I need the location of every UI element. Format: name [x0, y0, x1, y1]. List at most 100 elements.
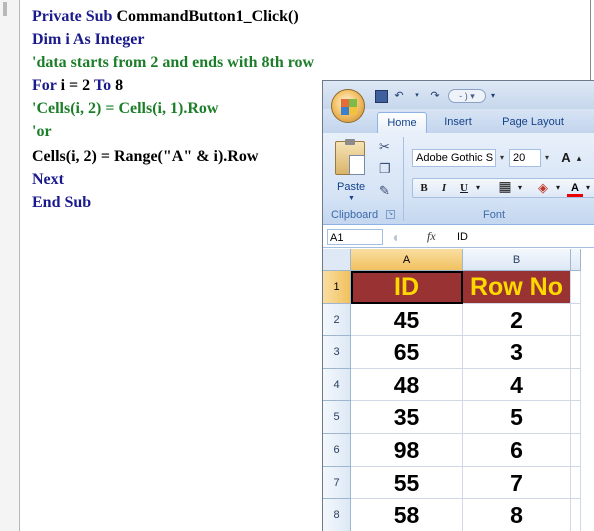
office-logo-part: [349, 107, 357, 115]
data-cell[interactable]: [571, 336, 581, 369]
code-text: 8: [115, 77, 124, 94]
clipboard-launcher-icon[interactable]: ↘: [386, 210, 395, 219]
data-cell[interactable]: [571, 271, 581, 304]
code-line[interactable]: 'Cells(i, 2) = Cells(i, 1).Row: [32, 98, 218, 120]
row-header[interactable]: 1: [323, 271, 351, 304]
excel-window: ↶ ▾ ↷ - ) ▾ ▾ Home Insert Page Layout Pa…: [322, 80, 594, 531]
code-text: CommandButton1_Click(): [116, 8, 299, 25]
tab-page-layout[interactable]: Page Layout: [493, 112, 573, 133]
code-line[interactable]: 'or: [32, 121, 52, 143]
paste-icon[interactable]: [335, 139, 365, 175]
data-cell[interactable]: [571, 466, 581, 500]
column-header-c[interactable]: [571, 249, 581, 271]
grow-font-icon[interactable]: A: [557, 149, 575, 167]
code-text: Cells(i, 2) = Range("A" & i).Row: [32, 148, 259, 165]
code-keyword: End Sub: [32, 194, 92, 211]
data-cell[interactable]: [571, 434, 581, 467]
row-header[interactable]: 8: [323, 499, 351, 531]
formula-bar: A1 ◖ fx ID: [323, 226, 594, 248]
header-cell[interactable]: ID: [351, 271, 463, 304]
spreadsheet-grid[interactable]: A B 1 ID Row No 2 45 2 3 65 3 4 48 4 5 35 5 6 98 6 7 55 7 8 58 8: [323, 249, 594, 531]
data-cell[interactable]: 8: [463, 499, 571, 531]
code-line[interactable]: Private Sub CommandButton1_Click(): [32, 6, 299, 28]
undo-icon[interactable]: ↶: [392, 89, 406, 103]
data-cell[interactable]: 35: [351, 401, 463, 434]
select-all-corner[interactable]: [323, 249, 351, 271]
save-icon[interactable]: [375, 89, 388, 103]
paste-dropdown-icon[interactable]: ▼: [348, 195, 355, 202]
header-cell[interactable]: Row No: [463, 271, 571, 304]
column-header-b[interactable]: B: [463, 249, 571, 271]
font-color-icon[interactable]: A: [567, 179, 583, 197]
data-cell[interactable]: 55: [351, 466, 463, 500]
column-header-a[interactable]: A: [351, 249, 463, 271]
data-cell[interactable]: 3: [463, 336, 571, 369]
fill-dropdown-icon[interactable]: ▾: [553, 179, 563, 197]
code-keyword: Dim i As Integer: [32, 31, 145, 48]
row-header[interactable]: 5: [323, 401, 351, 434]
code-line[interactable]: 'data starts from 2 and ends with 8th ro…: [32, 52, 314, 74]
code-margin: [0, 0, 20, 531]
data-cell[interactable]: [571, 303, 581, 337]
fx-icon[interactable]: fx: [427, 229, 436, 244]
borders-dropdown-icon[interactable]: ▾: [515, 179, 525, 197]
copy-icon[interactable]: ❐: [379, 161, 391, 177]
editor-divider: [590, 0, 591, 85]
cut-icon[interactable]: ✂: [379, 139, 390, 155]
underline-button[interactable]: U: [455, 179, 473, 197]
data-cell[interactable]: 48: [351, 368, 463, 402]
data-cell[interactable]: 7: [463, 466, 571, 500]
code-keyword: Next: [32, 171, 64, 188]
row-header[interactable]: 6: [323, 434, 351, 467]
data-cell[interactable]: 2: [463, 303, 571, 337]
format-painter-icon[interactable]: ✎: [379, 183, 390, 199]
office-button[interactable]: [331, 89, 365, 123]
customize-qat-icon[interactable]: ▾: [486, 89, 500, 103]
name-box[interactable]: A1: [327, 229, 383, 245]
code-line[interactable]: Next: [32, 169, 64, 191]
data-cell[interactable]: 58: [351, 499, 463, 531]
data-cell[interactable]: 45: [351, 303, 463, 337]
dropdown-icon[interactable]: ▾: [410, 89, 424, 103]
code-text: i = 2: [60, 77, 94, 94]
font-size-box[interactable]: 20: [509, 149, 541, 167]
formula-bar-resize-icon[interactable]: ◖: [391, 228, 415, 246]
code-line[interactable]: Dim i As Integer: [32, 29, 144, 51]
bold-button[interactable]: B: [415, 179, 433, 197]
ribbon: Paste ▼ ✂ ❐ ✎ Clipboard ↘ Adobe Gothic S…: [323, 133, 594, 225]
data-cell[interactable]: [571, 401, 581, 434]
paste-button-label[interactable]: Paste: [337, 181, 365, 193]
italic-button[interactable]: I: [435, 179, 453, 197]
formula-input[interactable]: ID: [457, 229, 468, 245]
redo-icon[interactable]: ↷: [428, 89, 442, 103]
qat-extra-button[interactable]: - ) ▾: [448, 89, 486, 103]
font-size-dropdown-icon[interactable]: ▾: [541, 149, 553, 167]
data-cell[interactable]: [571, 499, 581, 531]
row-header[interactable]: 4: [323, 368, 351, 402]
data-cell[interactable]: 65: [351, 336, 463, 369]
font-name-box[interactable]: Adobe Gothic S: [412, 149, 496, 167]
row-header[interactable]: 3: [323, 336, 351, 369]
row-header[interactable]: 7: [323, 466, 351, 500]
data-cell[interactable]: [571, 368, 581, 402]
fill-color-icon[interactable]: ◈: [533, 179, 553, 197]
borders-icon[interactable]: ▦: [495, 179, 515, 197]
tab-home[interactable]: Home: [377, 112, 427, 133]
code-line[interactable]: End Sub: [32, 192, 91, 214]
data-cell[interactable]: 4: [463, 368, 571, 402]
code-keyword: Private Sub: [32, 8, 117, 25]
data-cell[interactable]: 98: [351, 434, 463, 467]
row-header[interactable]: 2: [323, 303, 351, 337]
office-logo-part: [341, 107, 349, 115]
code-keyword: For: [32, 77, 61, 94]
data-cell[interactable]: 6: [463, 434, 571, 467]
code-line[interactable]: Cells(i, 2) = Range("A" & i).Row: [32, 146, 258, 168]
clip-part: [345, 139, 355, 145]
tab-insert[interactable]: Insert: [433, 112, 483, 133]
underline-dropdown-icon[interactable]: ▾: [473, 179, 483, 197]
code-line[interactable]: For i = 2 To 8: [32, 75, 123, 97]
font-color-dropdown-icon[interactable]: ▾: [583, 179, 593, 197]
group-separator: [403, 137, 404, 221]
font-name-dropdown-icon[interactable]: ▾: [496, 149, 508, 167]
data-cell[interactable]: 5: [463, 401, 571, 434]
